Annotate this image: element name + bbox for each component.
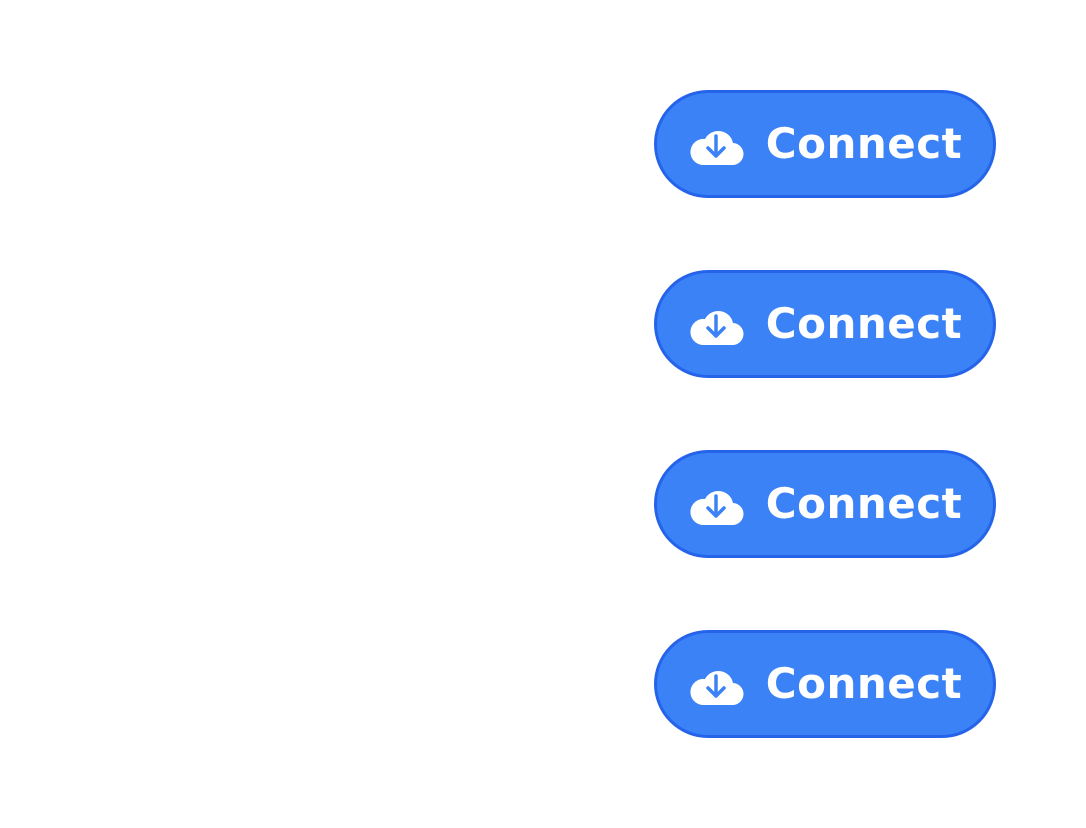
cloud-download-icon — [688, 122, 744, 166]
connect-button[interactable]: Connect — [654, 450, 996, 558]
cloud-download-icon — [688, 662, 744, 706]
connect-button[interactable]: Connect — [654, 630, 996, 738]
connect-button-label: Connect — [765, 659, 963, 708]
button-stack: Connect Connect Connect Connect — [654, 90, 996, 738]
cloud-download-icon — [688, 482, 744, 526]
connect-button-label: Connect — [765, 299, 963, 348]
connect-button[interactable]: Connect — [654, 270, 996, 378]
cloud-download-icon — [688, 302, 744, 346]
connect-button-label: Connect — [765, 119, 963, 168]
connect-button-label: Connect — [765, 479, 963, 528]
connect-button[interactable]: Connect — [654, 90, 996, 198]
